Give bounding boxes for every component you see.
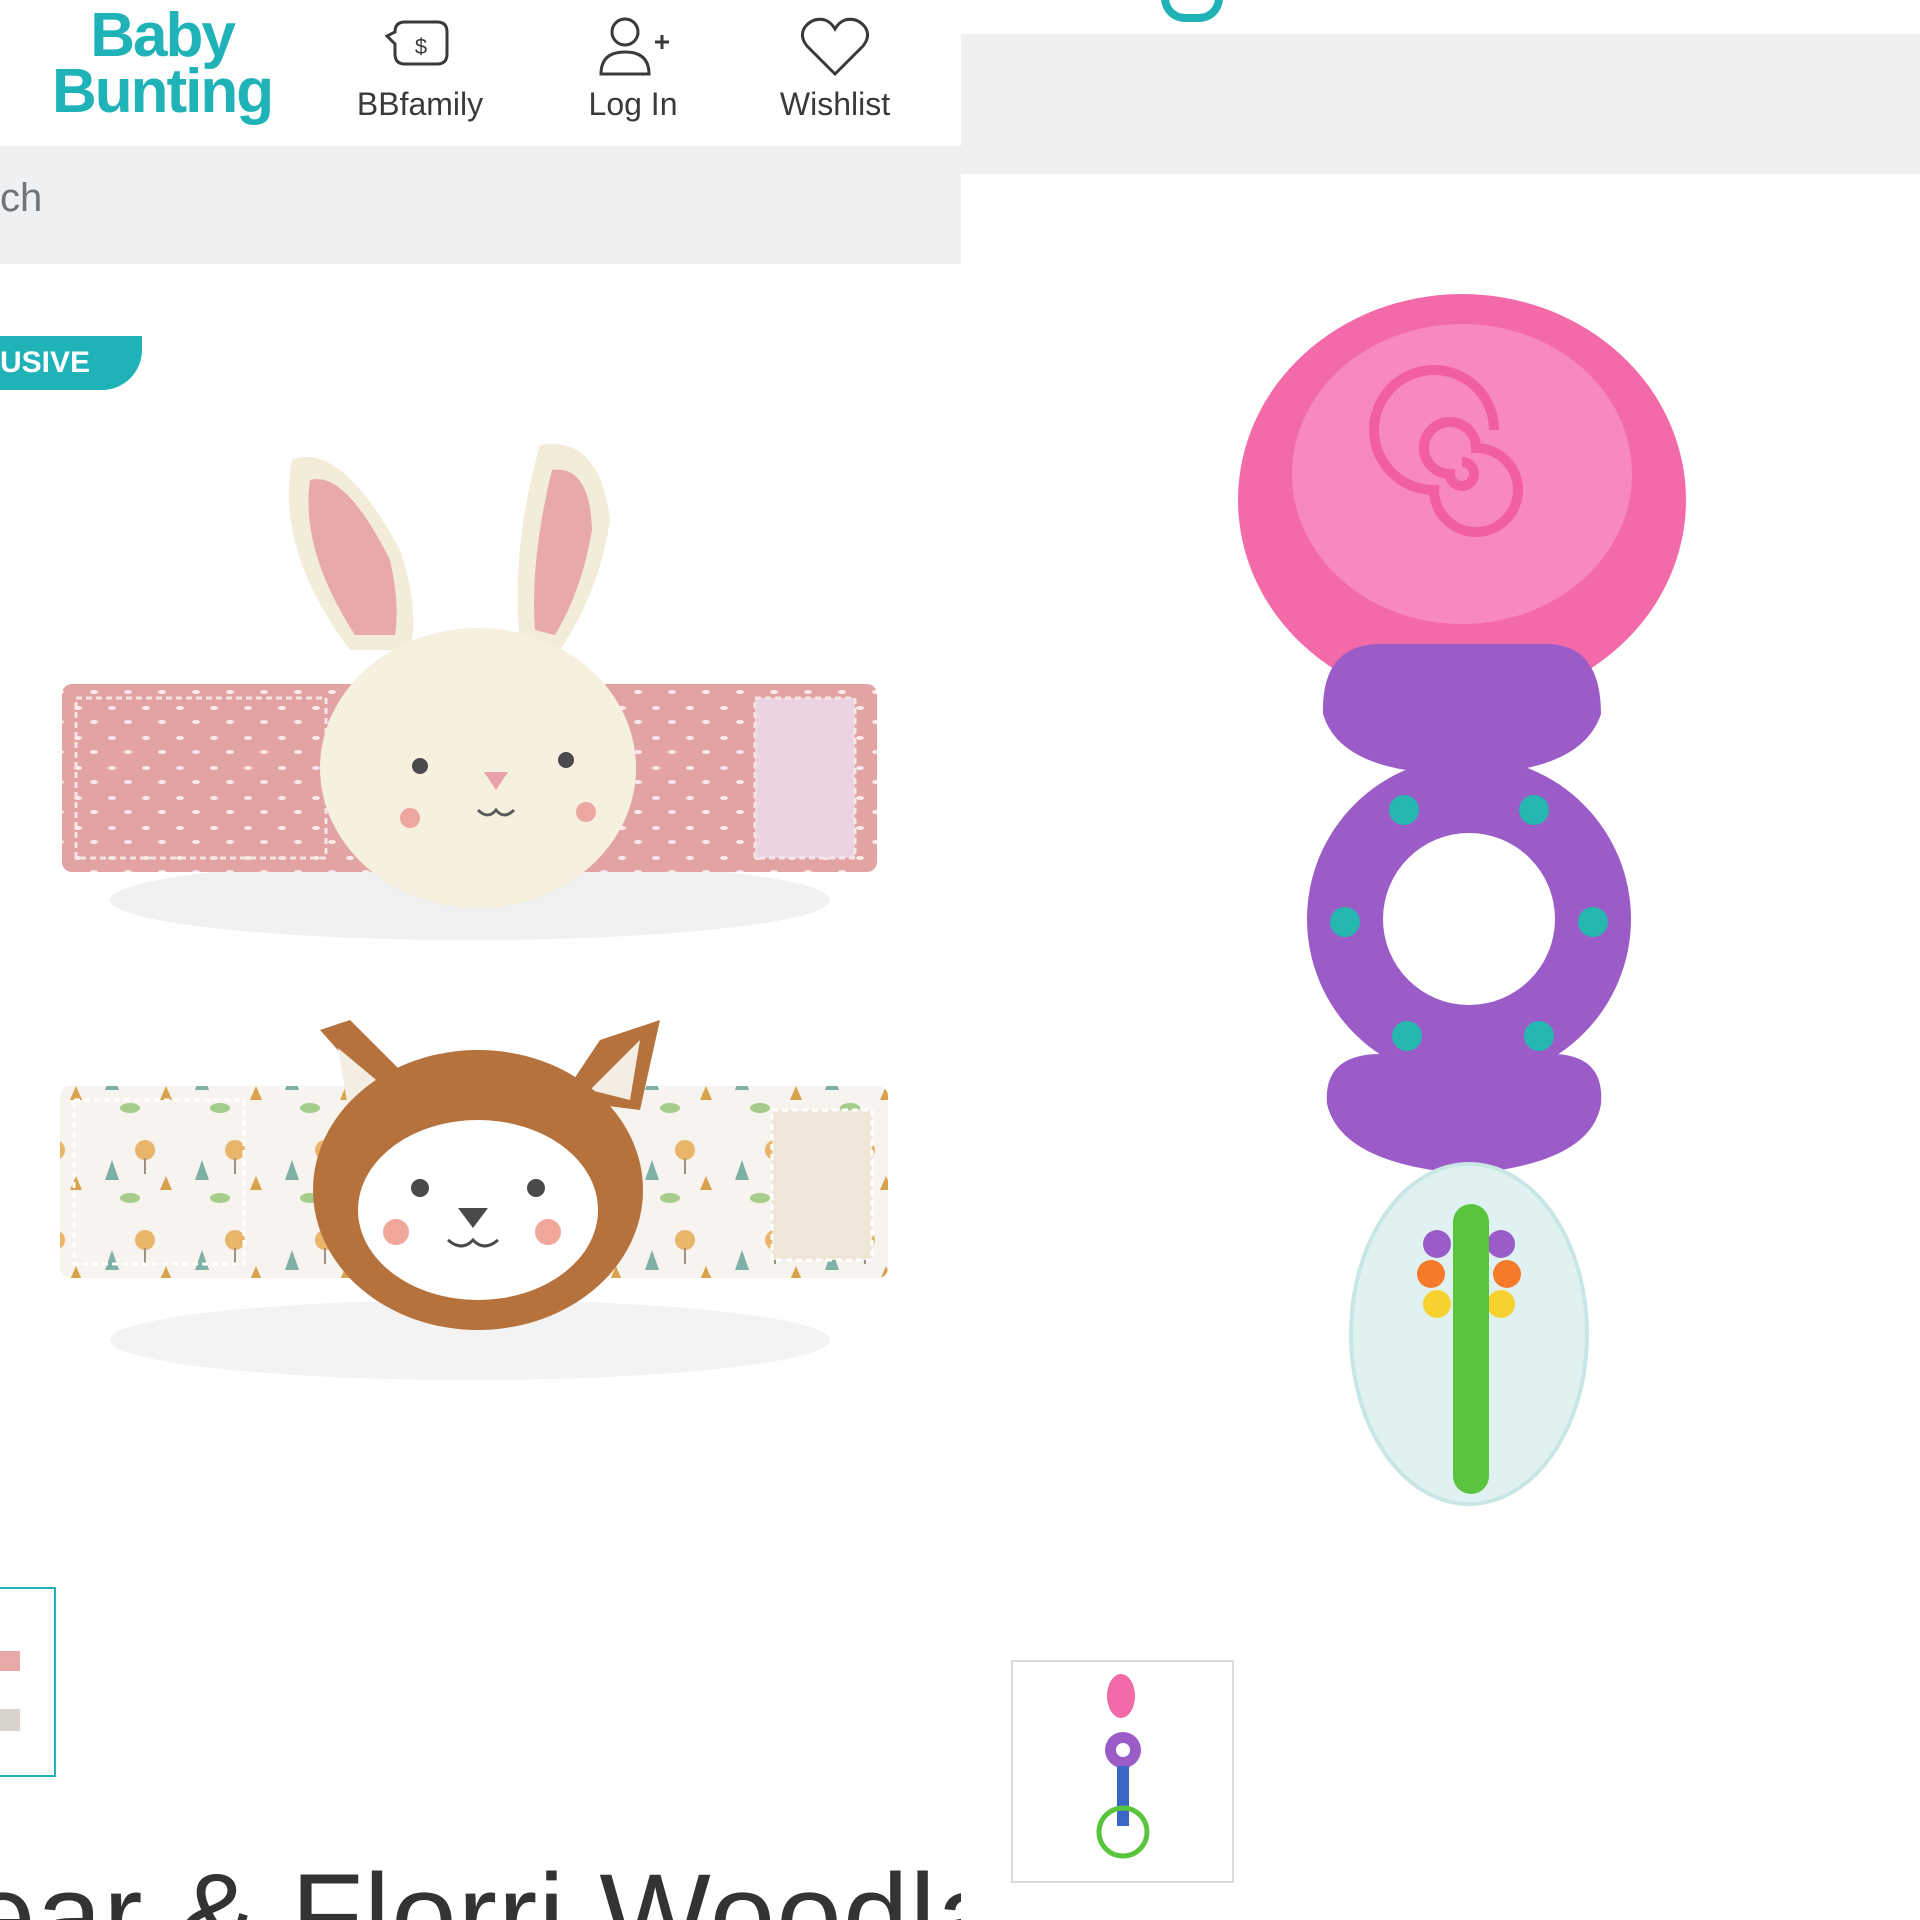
search-bar[interactable] (961, 34, 1920, 174)
left-product-page: Baby Bunting $ BBfamily Log In Wishlist (0, 0, 961, 1920)
right-product-page (961, 0, 1920, 1920)
baby-bunting-logo[interactable]: Baby Bunting (52, 1, 274, 126)
heart-icon (800, 17, 870, 77)
exclusive-badge-label: USIVE (0, 346, 91, 379)
nav-bbfamily[interactable]: $ BBfamily (340, 14, 500, 123)
nav-login[interactable]: Log In (553, 14, 713, 123)
wrist-rattles-thumbnail (0, 1651, 20, 1731)
wrist-rattles-product-image[interactable] (0, 400, 961, 1500)
search-input-text[interactable]: ch (0, 176, 42, 221)
product-title: ear & Florri Woodland (0, 1850, 961, 1920)
nav-wishlist[interactable]: Wishlist (755, 14, 915, 123)
user-add-icon (599, 17, 669, 76)
gallery-thumbnail[interactable] (1011, 1660, 1234, 1883)
site-header: Baby Bunting $ BBfamily Log In Wishlist (0, 0, 961, 146)
nav-bbfamily-label: BBfamily (356, 86, 484, 122)
svg-text:$: $ (415, 34, 427, 59)
gallery-thumbnail-active[interactable] (0, 1587, 56, 1777)
logo-line-2: Bunting (52, 57, 274, 126)
teether-rattle-thumbnail (1096, 1674, 1150, 1859)
logo-fragment (1161, 0, 1223, 22)
teether-rattle-product-image[interactable] (961, 174, 1920, 1574)
bbfamily-icon: $ (385, 20, 449, 66)
logo-line-1: Baby (90, 1, 236, 70)
nav-wishlist-label: Wishlist (779, 86, 891, 122)
search-bar[interactable]: ch (0, 146, 961, 264)
exclusive-badge: USIVE (0, 336, 142, 390)
nav-login-label: Log In (588, 86, 678, 122)
header-strip (961, 0, 1920, 34)
